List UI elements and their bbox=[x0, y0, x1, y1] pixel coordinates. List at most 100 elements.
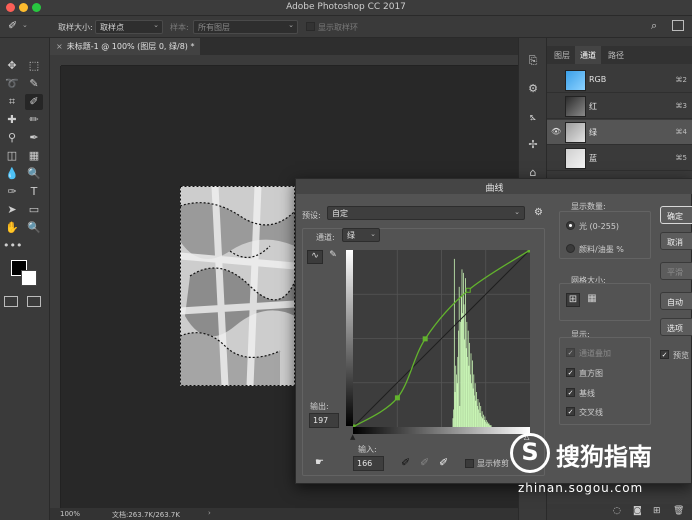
hand-tool-icon[interactable]: ✋ bbox=[3, 220, 21, 236]
preset-label: 预设: bbox=[302, 211, 321, 220]
visibility-eye-icon[interactable]: 👁 bbox=[551, 127, 561, 136]
preset-options-gear-icon[interactable]: ⚙ bbox=[534, 207, 543, 218]
background-color-swatch[interactable] bbox=[21, 270, 37, 286]
eraser-tool-icon[interactable]: ◫ bbox=[3, 148, 21, 164]
cancel-button[interactable]: 取消 bbox=[660, 232, 692, 250]
status-bar: 100% 文档:263.7K/263.7K › bbox=[50, 508, 518, 520]
adjustments-panel-icon[interactable]: ⦩ bbox=[525, 110, 541, 126]
edit-points-curve-icon[interactable]: ∿ bbox=[307, 250, 323, 264]
lasso-tool-icon[interactable]: ➰ bbox=[3, 76, 21, 92]
curve-control-point bbox=[465, 287, 471, 293]
clone-stamp-tool-icon[interactable]: ⚲ bbox=[3, 130, 21, 146]
move-tool-icon[interactable]: ✥ bbox=[3, 58, 21, 74]
save-selection-icon[interactable]: ◙ bbox=[633, 506, 642, 516]
light-radio[interactable] bbox=[566, 221, 575, 230]
pigment-radio[interactable] bbox=[566, 244, 575, 253]
more-tools-icon[interactable]: ••• bbox=[3, 238, 22, 254]
auto-button[interactable]: 自动 bbox=[660, 292, 692, 310]
history-panel-icon[interactable]: ⎘ bbox=[525, 54, 541, 70]
tab-layers[interactable]: 图层 bbox=[549, 46, 575, 64]
new-channel-icon[interactable]: ⊞ bbox=[653, 506, 661, 516]
marquee-tool-icon[interactable]: ⬚ bbox=[25, 58, 43, 74]
pen-tool-icon[interactable]: ✑ bbox=[3, 184, 21, 200]
workspace-icon[interactable] bbox=[672, 20, 684, 31]
load-selection-icon[interactable]: ◌ bbox=[613, 506, 621, 516]
quick-mask-icon[interactable] bbox=[4, 296, 18, 307]
intersection-line-checkbox[interactable]: ✓ bbox=[566, 407, 575, 416]
type-tool-icon[interactable]: T bbox=[25, 184, 43, 200]
delete-channel-icon[interactable]: 🗑 bbox=[673, 506, 684, 516]
draw-pencil-icon[interactable]: ✎ bbox=[326, 250, 340, 264]
dodge-tool-icon[interactable]: 🔍 bbox=[25, 166, 43, 182]
channel-row-blue[interactable]: 蓝 ⌘5 bbox=[547, 146, 692, 171]
ok-button[interactable]: 确定 bbox=[660, 206, 692, 224]
properties-panel-icon[interactable]: ⚙ bbox=[525, 82, 541, 98]
options-button[interactable]: 选项 bbox=[660, 318, 692, 336]
target-adjustment-hand-icon[interactable]: ☛ bbox=[315, 457, 324, 468]
close-tab-icon[interactable]: × bbox=[56, 42, 63, 51]
brush-tool-icon[interactable]: ✏ bbox=[25, 112, 43, 128]
baseline-checkbox[interactable]: ✓ bbox=[566, 388, 575, 397]
libraries-panel-icon[interactable]: ✢ bbox=[525, 138, 541, 154]
healing-brush-tool-icon[interactable]: ✚ bbox=[3, 112, 21, 128]
status-menu-arrow-icon[interactable]: › bbox=[208, 509, 211, 517]
chevron-down-icon: ⌄ bbox=[514, 208, 520, 216]
gray-eyedropper-icon[interactable]: ✐ bbox=[420, 456, 429, 469]
history-brush-tool-icon[interactable]: ✒ bbox=[25, 130, 43, 146]
panel-tabs: 图层 通道 路径 bbox=[547, 46, 692, 64]
channel-select[interactable]: 绿 ⌄ bbox=[342, 228, 380, 242]
dialog-title: 曲线 bbox=[296, 179, 692, 194]
sogou-logo-icon: S bbox=[510, 433, 550, 473]
detailed-grid-icon[interactable]: ▦ bbox=[585, 293, 599, 307]
search-icon[interactable]: ⌕ bbox=[651, 19, 657, 33]
histogram-checkbox[interactable]: ✓ bbox=[566, 368, 575, 377]
tab-paths[interactable]: 路径 bbox=[603, 46, 629, 64]
show-sampling-ring-checkbox[interactable] bbox=[306, 22, 315, 31]
document-image[interactable] bbox=[180, 186, 295, 386]
preset-select[interactable]: 自定 ⌄ bbox=[327, 206, 525, 220]
chevron-down-icon: ⌄ bbox=[370, 230, 376, 238]
chevron-down-icon: ⌄ bbox=[153, 21, 159, 29]
show-clipping-checkbox[interactable] bbox=[465, 459, 474, 468]
zoom-tool-icon[interactable]: 🔍 bbox=[25, 220, 43, 236]
channel-row-rgb[interactable]: RGB ⌘2 bbox=[547, 68, 692, 93]
channel-shortcut: ⌘3 bbox=[675, 102, 687, 110]
gradient-tool-icon[interactable]: ▦ bbox=[25, 148, 43, 164]
eyedropper-tool-preset-icon[interactable]: ✐ bbox=[8, 19, 17, 32]
channel-thumbnail bbox=[565, 122, 586, 143]
vertical-ruler[interactable] bbox=[50, 66, 61, 508]
quick-selection-tool-icon[interactable]: ✎ bbox=[25, 76, 43, 92]
sample-select[interactable]: 所有图层 ⌄ bbox=[193, 20, 298, 34]
channel-overlays-checkbox[interactable]: ✓ bbox=[566, 348, 575, 357]
preview-checkbox[interactable]: ✓ bbox=[660, 350, 669, 359]
sample-size-select[interactable]: 取样点 ⌄ bbox=[95, 20, 163, 34]
blur-tool-icon[interactable]: 💧 bbox=[3, 166, 21, 182]
channel-row-red[interactable]: 红 ⌘3 bbox=[547, 94, 692, 119]
chevron-down-icon: ⌄ bbox=[288, 21, 294, 29]
black-eyedropper-icon[interactable]: ✐ bbox=[401, 456, 410, 469]
curve-graph[interactable] bbox=[353, 250, 530, 427]
channel-name: 绿 bbox=[589, 128, 597, 137]
white-eyedropper-icon[interactable]: ✐ bbox=[439, 456, 448, 469]
channel-row-green[interactable]: 👁 绿 ⌘4 bbox=[547, 120, 692, 145]
screen-mode-icon[interactable] bbox=[27, 296, 41, 307]
input-field[interactable]: 166 bbox=[353, 456, 384, 471]
rectangle-tool-icon[interactable]: ▭ bbox=[25, 202, 43, 218]
eyedropper-tool-icon[interactable]: ✐ bbox=[25, 94, 43, 110]
simple-grid-icon[interactable]: ⊞ bbox=[566, 293, 580, 307]
path-selection-tool-icon[interactable]: ➤ bbox=[3, 202, 21, 218]
black-point-slider-icon[interactable]: ▲ bbox=[350, 433, 355, 441]
channel-shortcut: ⌘2 bbox=[675, 76, 687, 84]
histogram-label: 直方图 bbox=[579, 369, 603, 378]
chevron-down-icon[interactable]: ⌄ bbox=[22, 21, 28, 29]
intersection-line-label: 交叉线 bbox=[579, 408, 603, 417]
document-tab[interactable]: × 未标题-1 @ 100% (图层 0, 绿/8) * bbox=[50, 38, 200, 55]
crop-tool-icon[interactable]: ⌗ bbox=[3, 94, 21, 110]
tab-channels[interactable]: 通道 bbox=[575, 46, 601, 64]
document-tab-bar: × 未标题-1 @ 100% (图层 0, 绿/8) * bbox=[50, 38, 518, 55]
smooth-button[interactable]: 平滑 bbox=[660, 262, 692, 280]
zoom-level[interactable]: 100% bbox=[60, 510, 80, 518]
output-field[interactable]: 197 bbox=[309, 413, 339, 428]
channel-overlays-label: 通道叠加 bbox=[579, 349, 611, 358]
horizontal-ruler[interactable] bbox=[61, 55, 518, 66]
